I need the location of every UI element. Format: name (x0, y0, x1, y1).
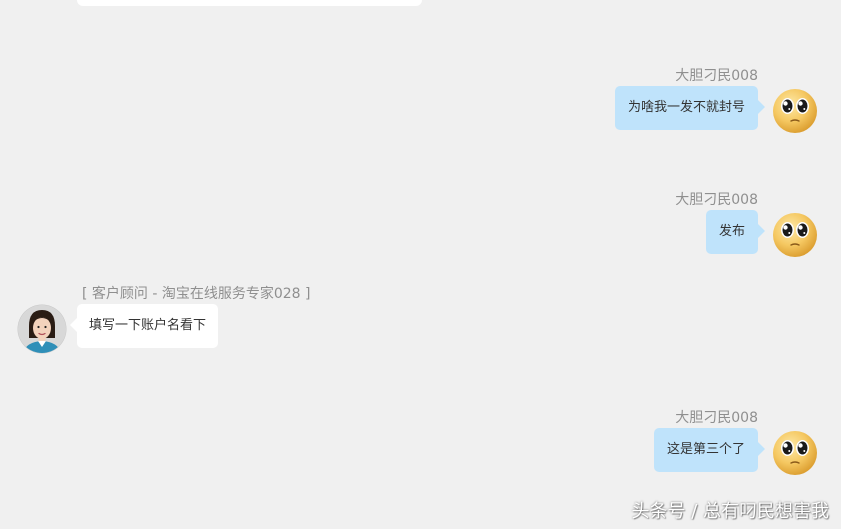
message-bubble[interactable]: 发布 (705, 210, 766, 254)
previous-message-bubble (77, 0, 422, 6)
message-bubble[interactable]: 填写一下账户名看下 (69, 304, 219, 348)
watermark: 头条号 / 总有叼民想害我 (631, 501, 829, 522)
agent-label: [ 客户顾问 - 淘宝在线服务专家028 ] (82, 286, 311, 302)
chat-window: 大胆刁民008 为啥我一发不就封号 大胆刁民008 发布 [客户顾问 - 淘宝… (0, 0, 841, 529)
agent-portrait-icon[interactable] (17, 304, 67, 354)
crying-face-emoji-icon[interactable] (772, 212, 818, 258)
message-bubble[interactable]: 为啥我一发不就封号 (614, 86, 766, 130)
sender-name: 大胆刁民008 (675, 192, 758, 208)
crying-face-emoji-icon[interactable] (772, 430, 818, 476)
sender-name: 大胆刁民008 (675, 68, 758, 84)
sender-name: 大胆刁民008 (675, 410, 758, 426)
message-bubble[interactable]: 这是第三个了 (653, 428, 766, 472)
crying-face-emoji-icon[interactable] (772, 88, 818, 134)
